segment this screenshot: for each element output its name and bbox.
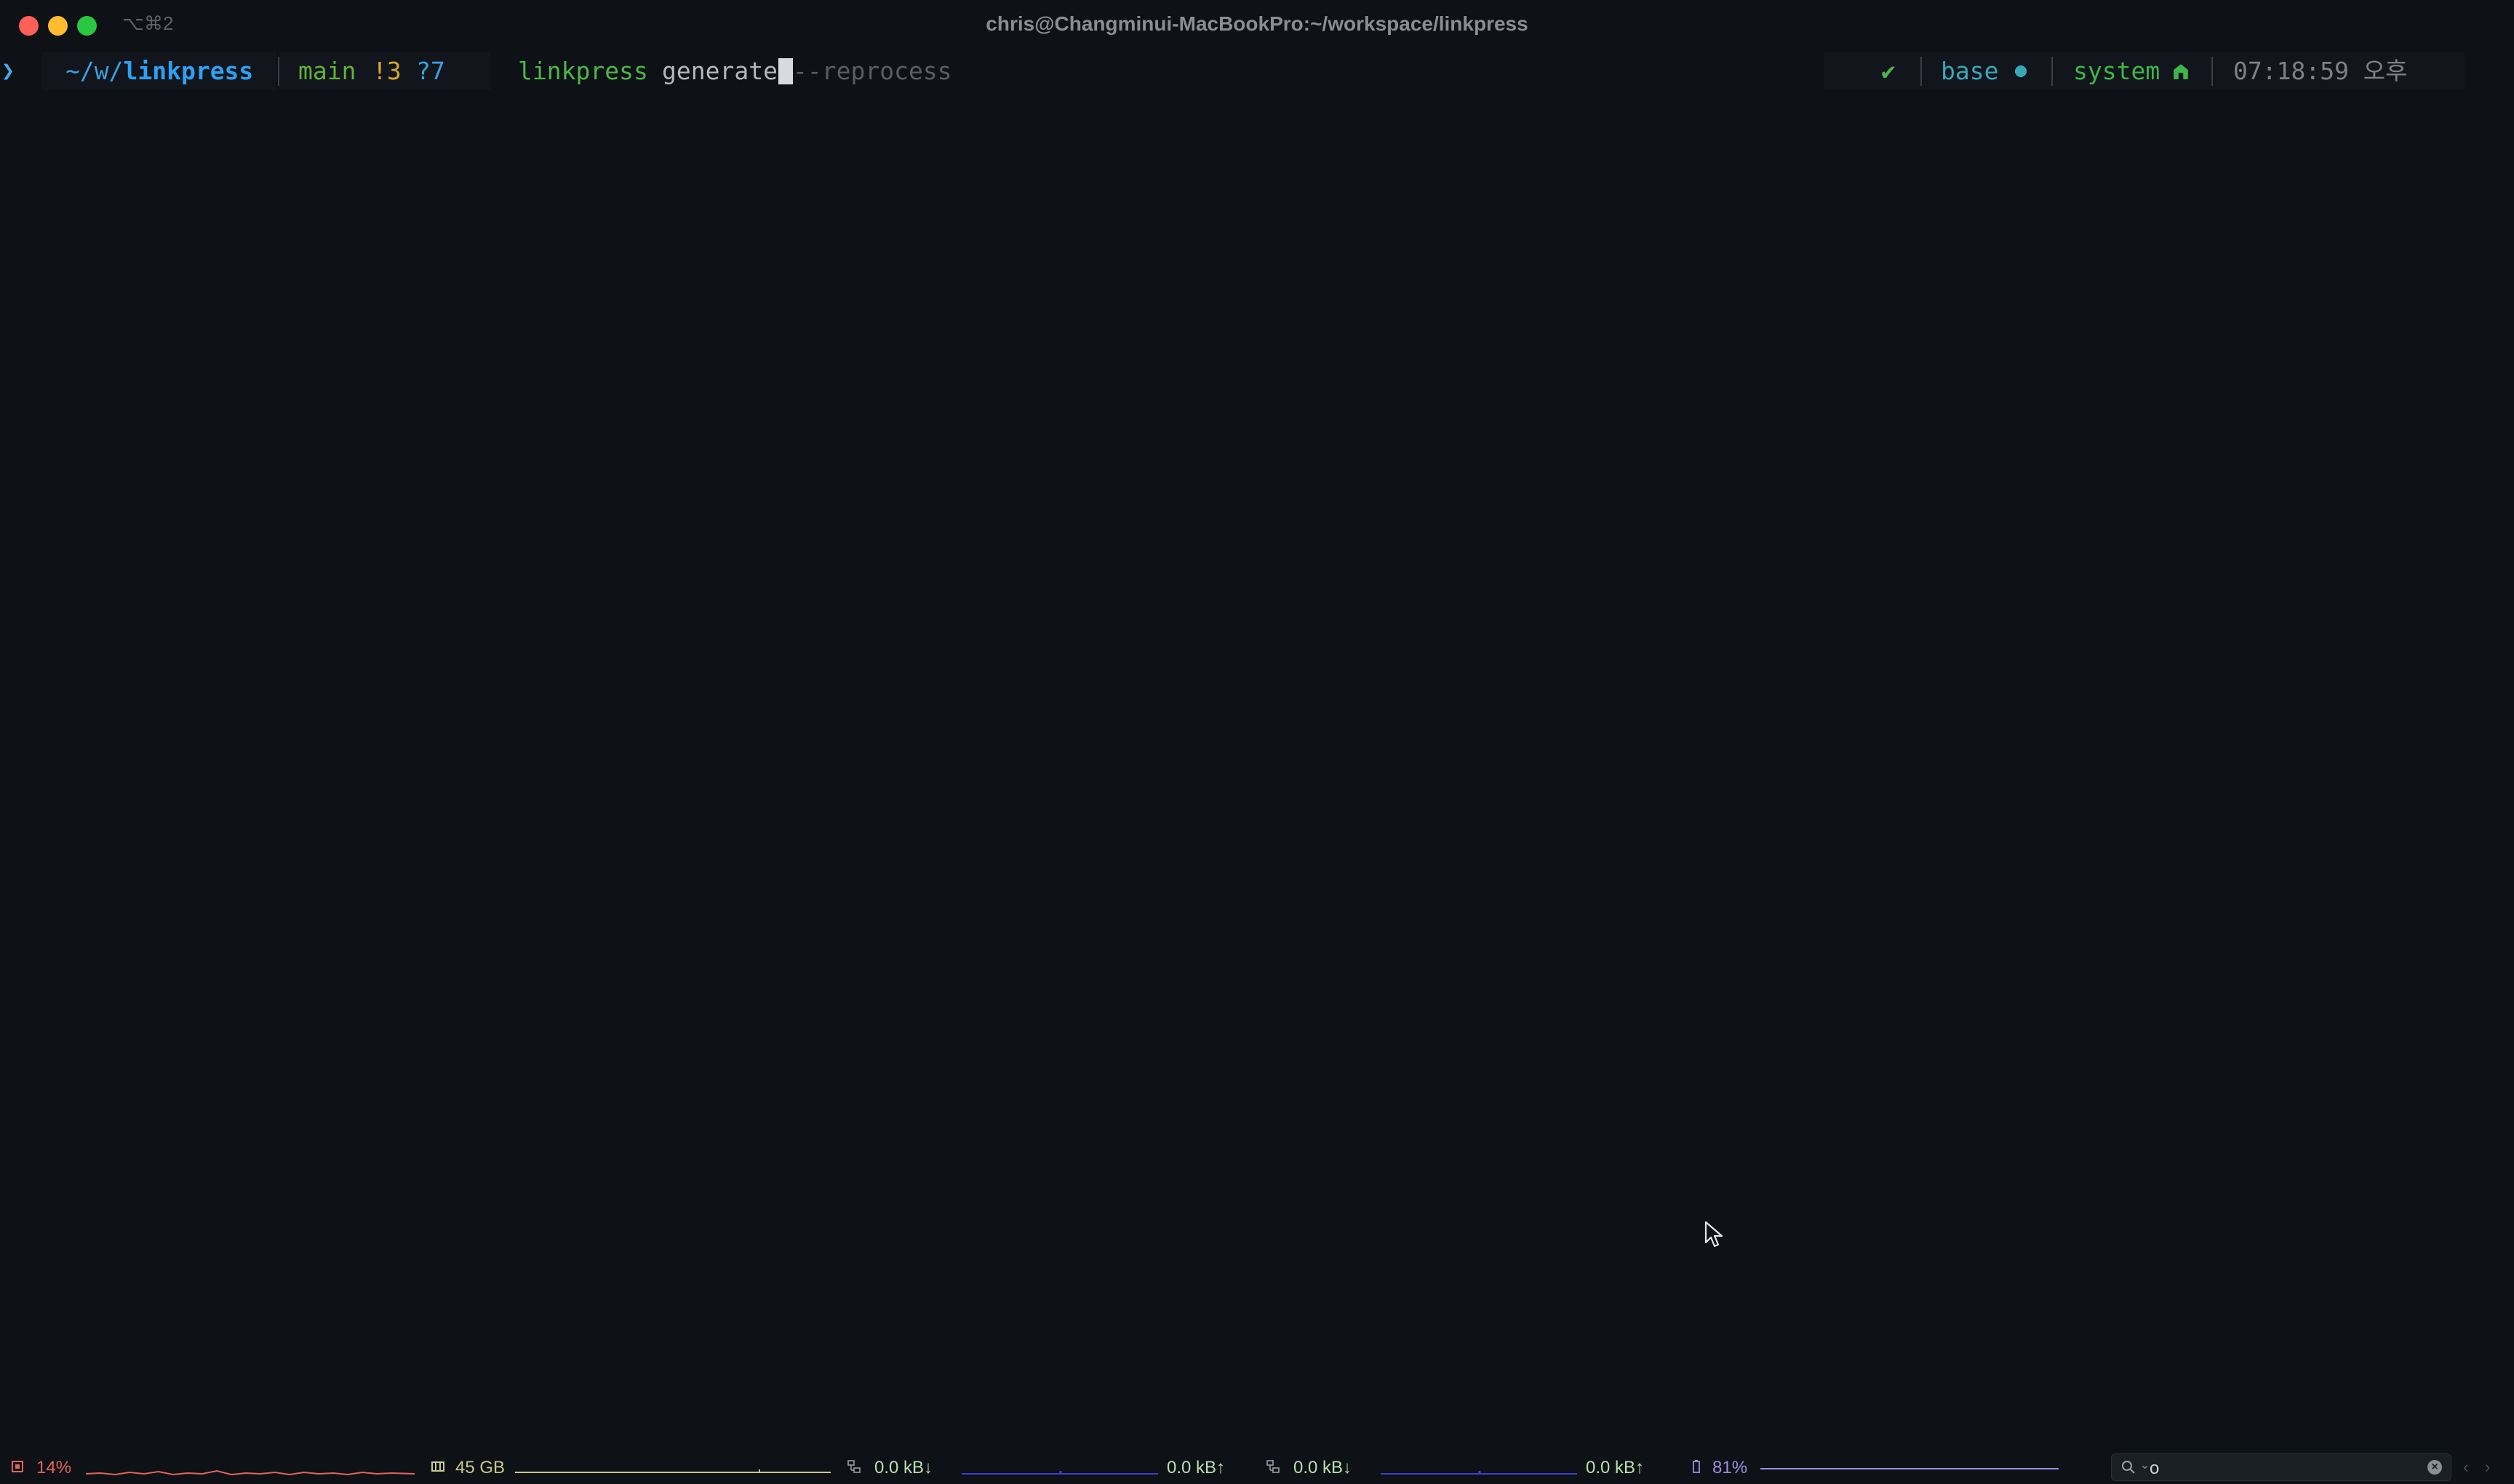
battery-level: 81% (1712, 1458, 1748, 1477)
git-untracked-count: ?7 (416, 57, 445, 85)
cpu-usage: 14% (36, 1458, 72, 1477)
current-directory: ~/w/linkpress (65, 52, 253, 90)
clear-search-icon[interactable]: × (2427, 1460, 2442, 1475)
window-titlebar: ⌥⌘2 chris@Changminui-MacBookPro:~/worksp… (0, 0, 2514, 51)
mouse-pointer-icon (1704, 1221, 1723, 1248)
find-previous-button[interactable]: ‹ (2463, 1458, 2468, 1477)
network-upload: 0.0 kB↑ (1167, 1458, 1226, 1477)
autosuggestion: --reprocess (793, 57, 952, 85)
memory-icon (431, 1461, 444, 1472)
directory-prefix: ~/w/ (65, 57, 124, 85)
git-modified-count: !3 (372, 57, 402, 85)
terminal-body[interactable] (0, 90, 2514, 1448)
terminal-prompt-line[interactable]: ❯ ~/w/linkpress main !3 ?7 linkpress gen… (0, 52, 2514, 90)
segment-separator (2051, 57, 2053, 86)
segment-separator (2211, 57, 2213, 86)
network-sparkline (962, 1471, 1158, 1475)
python-env-icon (2015, 65, 2027, 77)
network-sparkline (1381, 1471, 1577, 1475)
find-next-button[interactable]: › (2485, 1458, 2490, 1477)
network-icon (1266, 1460, 1280, 1473)
node-env: system (2073, 57, 2160, 85)
segment-separator (1920, 57, 1922, 86)
directory-name: linkpress (123, 57, 254, 85)
cpu-sparkline (86, 1469, 415, 1476)
find-input[interactable] (2148, 1458, 2413, 1480)
search-icon (2122, 1461, 2135, 1474)
node-env-icon (2174, 64, 2188, 79)
git-branch: main (298, 57, 356, 85)
command-name: linkpress (518, 57, 648, 85)
network-upload: 0.0 kB↑ (1586, 1458, 1645, 1477)
memory-sparkline (515, 1469, 831, 1473)
battery-icon (1693, 1460, 1700, 1473)
command-argument: generate (662, 57, 778, 85)
exit-status-check-icon: ✔ (1881, 57, 1896, 85)
network-icon (847, 1460, 861, 1473)
conda-env: base (1941, 57, 1999, 85)
prompt-arrow-icon: ❯ (1, 58, 15, 84)
terminal-cursor (778, 58, 793, 84)
network-download: 0.0 kB↓ (1293, 1458, 1352, 1477)
window-title: chris@Changminui-MacBookPro:~/workspace/… (986, 12, 1528, 35)
cpu-icon (12, 1461, 23, 1472)
terminal-status-bar: 14% 45 GB 0.0 kB↓ 0.0 kB↑ 0.0 kB↓ 0.0 kB… (0, 1449, 2514, 1484)
battery-sparkline (1760, 1468, 2059, 1469)
network-download: 0.0 kB↓ (874, 1458, 933, 1477)
memory-usage: 45 GB (455, 1458, 506, 1477)
find-box[interactable]: ⌄ × (2111, 1453, 2451, 1481)
prompt-time: 07:18:59 오후 (2233, 57, 2408, 85)
